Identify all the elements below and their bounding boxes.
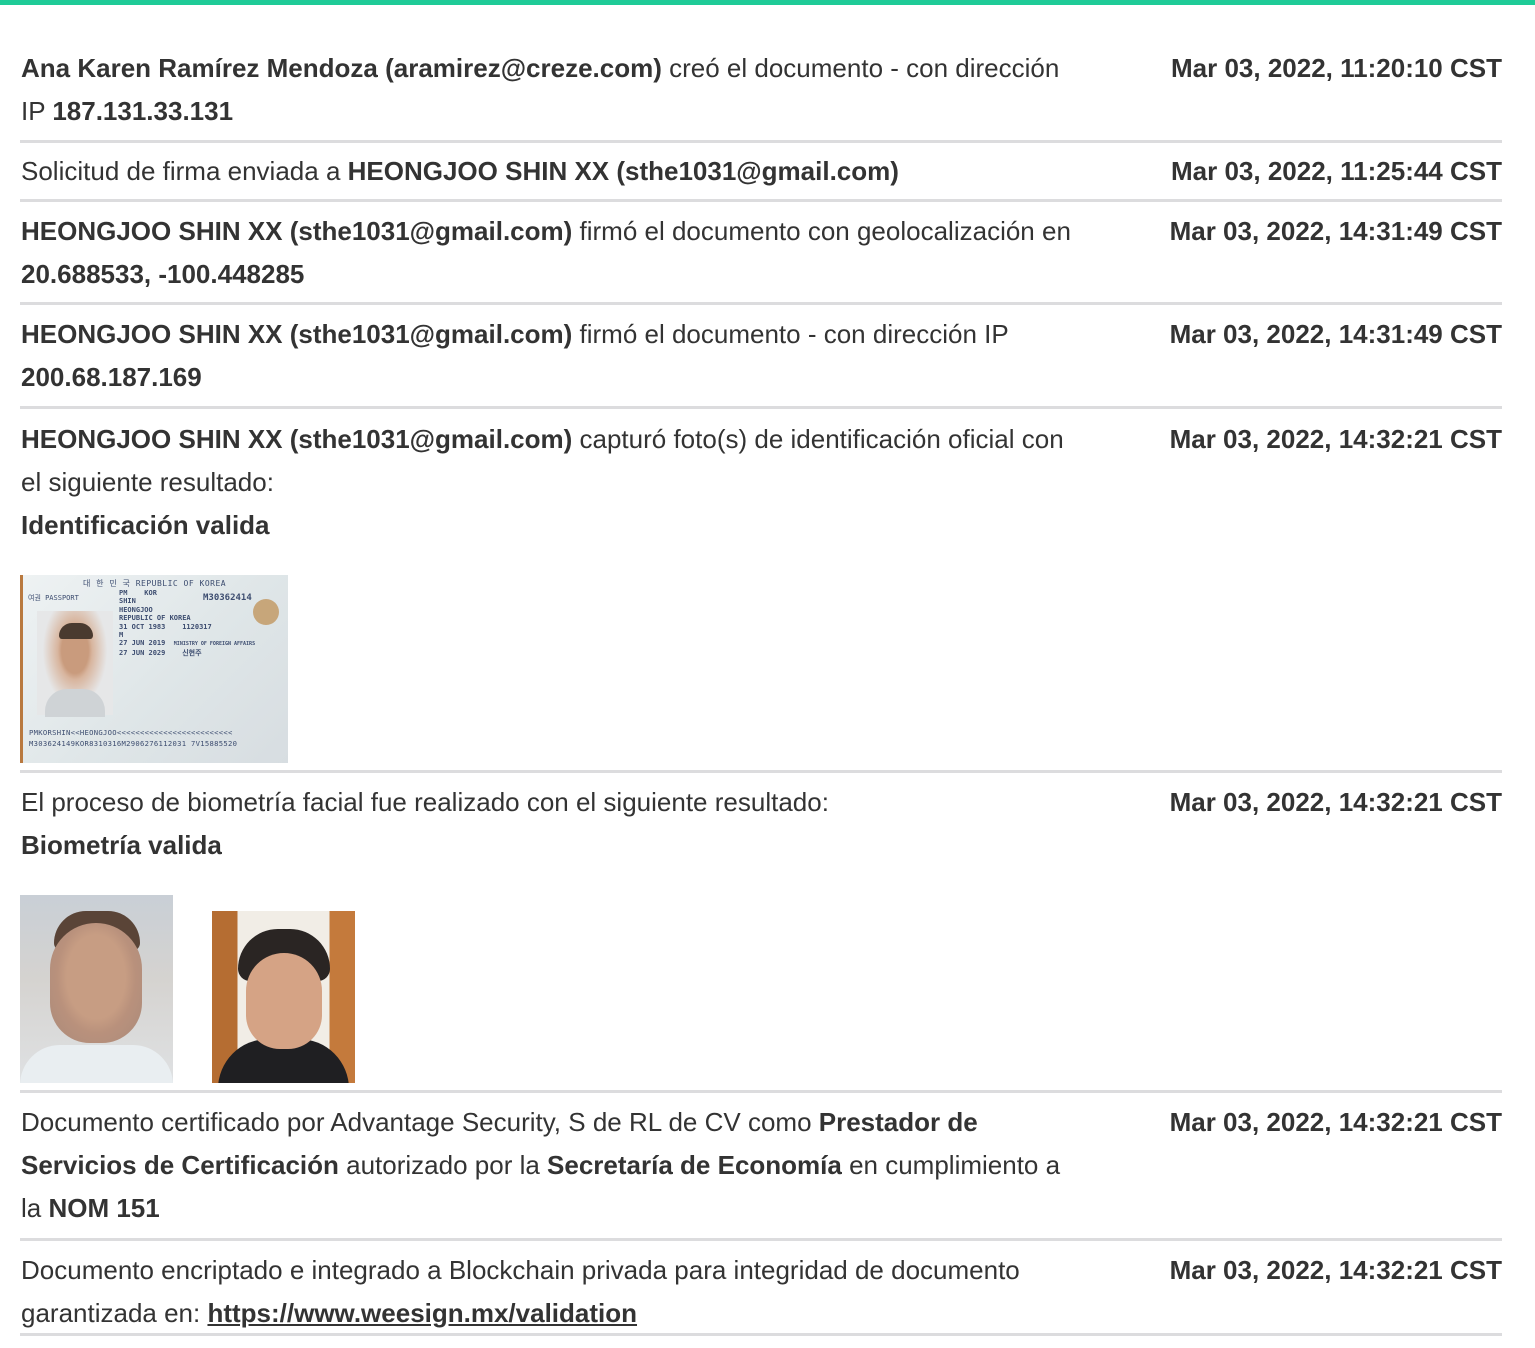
passport-personal-no: 1120317 (182, 622, 212, 631)
passport-header: 대 한 민 국 REPUBLIC OF KOREA (83, 579, 227, 588)
passport-country: KOR (144, 589, 157, 597)
divider (20, 406, 1502, 409)
passport-type: PM (119, 589, 128, 597)
passport-expiry-date: 27 JUN 2029 (119, 648, 166, 657)
entry-timestamp: Mar 03, 2022, 14:31:49 CST (1169, 216, 1502, 246)
divider (20, 199, 1502, 202)
divider (20, 140, 1502, 143)
passport-number: M30362414 (203, 593, 252, 603)
entry-description: HEONGJOO SHIN XX (sthe1031@gmail.com) ca… (21, 418, 1081, 547)
entry-authority: Secretaría de Economía (547, 1150, 842, 1180)
entry-text: firmó el documento con geolocalización e… (572, 216, 1071, 246)
entry-text: Solicitud de firma enviada a (21, 156, 348, 186)
passport-given-names: HEONGJOO (119, 605, 153, 614)
entry-recipient: HEONGJOO SHIN XX (sthe1031@gmail.com) (347, 156, 899, 186)
divider (20, 1333, 1502, 1336)
divider (20, 302, 1502, 305)
entry-timestamp: Mar 03, 2022, 14:31:49 CST (1169, 319, 1502, 349)
entry-timestamp: Mar 03, 2022, 14:32:21 CST (1169, 424, 1502, 454)
entry-timestamp: Mar 03, 2022, 14:32:21 CST (1169, 787, 1502, 817)
entry-description: Ana Karen Ramírez Mendoza (aramirez@crez… (21, 47, 1081, 133)
entry-actor: HEONGJOO SHIN XX (sthe1031@gmail.com) (21, 216, 573, 246)
passport-mrz: PMKORSHIN<<HEONGJOO<<<<<<<<<<<<<<<<<<<<<… (29, 727, 237, 749)
entry-text: Documento certificado por Advantage Secu… (21, 1107, 819, 1137)
entry-text: El proceso de biometría facial fue reali… (21, 787, 829, 817)
entry-description: Documento certificado por Advantage Secu… (21, 1101, 1081, 1230)
biometric-id-photo (20, 895, 173, 1083)
entry-actor: Ana Karen Ramírez Mendoza (aramirez@crez… (21, 53, 662, 83)
entry-description: Documento encriptado e integrado a Block… (21, 1249, 1081, 1335)
entry-ip-address: 187.131.33.131 (52, 96, 234, 126)
passport-authority: MINISTRY OF FOREIGN AFFAIRS (173, 641, 256, 648)
biometric-selfie-photo (212, 911, 355, 1083)
passport-dob: 31 OCT 1983 (119, 622, 166, 631)
divider (20, 1090, 1502, 1093)
emblem-icon (253, 599, 279, 625)
entry-timestamp: Mar 03, 2022, 11:25:44 CST (1171, 156, 1502, 186)
entry-description: HEONGJOO SHIN XX (sthe1031@gmail.com) fi… (21, 210, 1081, 296)
entry-description: El proceso de biometría facial fue reali… (21, 781, 1081, 867)
entry-result: Biometría valida (21, 830, 222, 860)
entry-actor: HEONGJOO SHIN XX (sthe1031@gmail.com) (21, 424, 573, 454)
top-accent-bar (0, 0, 1535, 5)
entry-timestamp: Mar 03, 2022, 14:32:21 CST (1169, 1107, 1502, 1137)
entry-norm: NOM 151 (48, 1193, 160, 1223)
entry-text: autorizado por la (338, 1150, 548, 1180)
passport-nationality: REPUBLIC OF KOREA (119, 614, 191, 623)
entry-description: Solicitud de firma enviada a HEONGJOO SH… (21, 150, 1081, 193)
passport-korean-name: 신현주 (182, 648, 202, 657)
passport-mrz-line-2: M303624149KOR8310316M2906276112031 7V158… (29, 739, 238, 748)
divider (20, 1238, 1502, 1241)
validation-link[interactable]: https://www.weesign.mx/validation (207, 1298, 637, 1328)
divider (20, 770, 1502, 773)
passport-mrz-line-1: PMKORSHIN<<HEONGJOO<<<<<<<<<<<<<<<<<<<<<… (29, 728, 233, 737)
entry-description: HEONGJOO SHIN XX (sthe1031@gmail.com) fi… (21, 313, 1081, 399)
entry-timestamp: Mar 03, 2022, 14:32:21 CST (1169, 1255, 1502, 1285)
entry-result: Identificación valida (21, 510, 270, 540)
passport-sex: M (119, 631, 124, 640)
passport-doc-label: 여권 PASSPORT (28, 594, 79, 602)
passport-photo: 대 한 민 국 REPUBLIC OF KOREA 여권 PASSPORT PM… (20, 575, 288, 763)
passport-face-image (37, 611, 113, 717)
entry-timestamp: Mar 03, 2022, 11:20:10 CST (1171, 53, 1502, 83)
entry-geolocation: 20.688533, -100.448285 (21, 259, 305, 289)
entry-ip-address: 200.68.187.169 (21, 362, 202, 392)
entry-actor: HEONGJOO SHIN XX (sthe1031@gmail.com) (21, 319, 573, 349)
entry-text: firmó el documento - con dirección IP (572, 319, 1009, 349)
passport-issue-date: 27 JUN 2019 (119, 639, 166, 648)
